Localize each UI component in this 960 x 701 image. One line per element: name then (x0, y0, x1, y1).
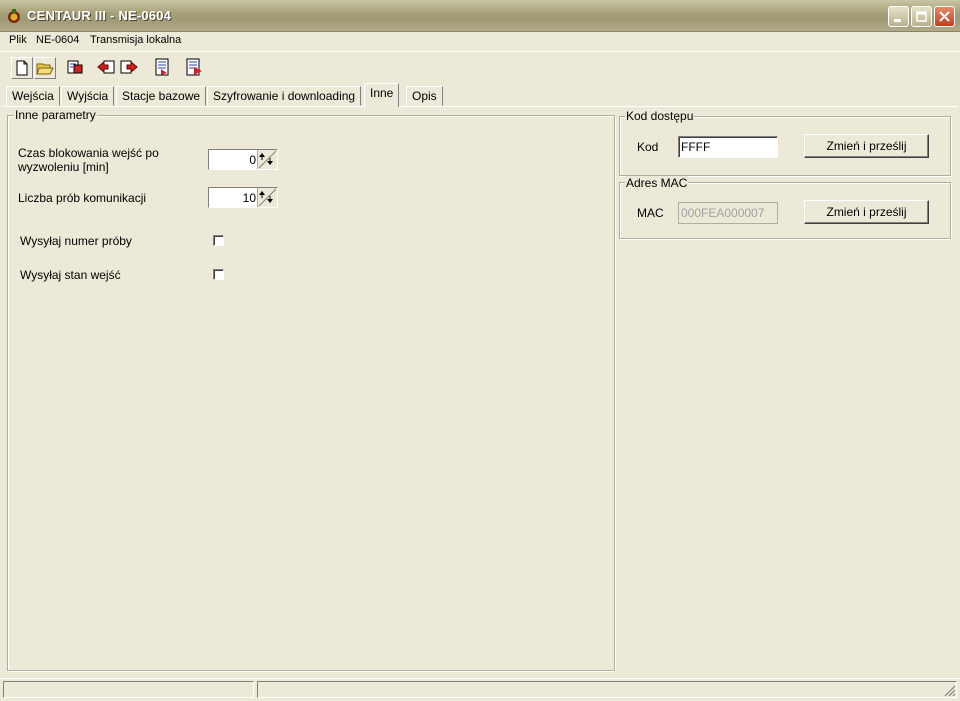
mac-input[interactable]: 000FEA000007 (678, 202, 778, 224)
status-pane-2 (257, 681, 957, 698)
resize-grip-icon[interactable] (942, 683, 956, 700)
send-attempt-number-checkbox[interactable] (213, 235, 224, 246)
status-pane-1 (3, 681, 254, 698)
send-right-button[interactable] (119, 57, 141, 79)
spinner-arrows-icon[interactable] (257, 150, 277, 169)
send-input-state-checkbox[interactable] (213, 269, 224, 280)
inne-parametry-title: Inne parametry (14, 108, 97, 122)
app-icon[interactable] (6, 8, 22, 24)
kod-dostepu-title: Kod dostępu (625, 109, 695, 123)
kod-change-send-button[interactable]: Zmień i prześlij (804, 134, 929, 158)
spinner-arrows-icon[interactable] (257, 188, 277, 207)
comm-attempts-label: Liczba prób komunikacji (18, 191, 147, 205)
minimize-icon (894, 19, 901, 22)
menu-plik[interactable]: Plik (9, 34, 27, 46)
tab-wejscia[interactable]: Wejścia (6, 86, 60, 106)
title-bar[interactable]: CENTAUR III - NE-0604 (0, 0, 960, 32)
open-file-button[interactable] (34, 57, 56, 79)
toolbar (0, 51, 960, 82)
export-icon (155, 58, 169, 76)
blocking-time-label-1: Czas blokowania wejść po (18, 146, 159, 160)
window-title: CENTAUR III - NE-0604 (27, 8, 172, 23)
open-folder-icon (36, 63, 54, 75)
tab-opis[interactable]: Opis (406, 86, 443, 106)
import-icon (186, 58, 202, 76)
minimize-button[interactable] (888, 6, 909, 27)
send-right-icon (120, 60, 138, 74)
blocking-time-label-2: wyzwoleniu [min] (18, 160, 109, 174)
tab-szyfrowanie[interactable]: Szyfrowanie i downloading (207, 86, 362, 106)
close-icon (939, 11, 950, 22)
kod-input[interactable]: FFFF (678, 136, 778, 158)
status-bar (0, 678, 960, 701)
send-left-icon (97, 60, 115, 74)
mac-change-send-button[interactable]: Zmień i prześlij (804, 200, 929, 224)
import-button[interactable] (184, 57, 206, 79)
menu-bar: Plik NE-0604 Transmisja lokalna (0, 31, 960, 51)
adres-mac-title: Adres MAC (625, 176, 689, 190)
maximize-icon (916, 11, 927, 22)
tab-inne[interactable]: Inne (364, 83, 400, 107)
menu-ne-0604[interactable]: NE-0604 (36, 34, 79, 46)
comm-attempts-value: 10 (242, 191, 256, 205)
read-device-button[interactable] (65, 57, 87, 79)
close-button[interactable] (934, 6, 955, 27)
tab-stacje-bazowe[interactable]: Stacje bazowe (116, 86, 207, 106)
new-file-icon (16, 60, 28, 76)
send-input-state-label: Wysyłaj stan wejść (20, 268, 121, 282)
blocking-time-spinner[interactable]: 0 (208, 149, 278, 170)
kod-label: Kod (637, 140, 659, 154)
maximize-button[interactable] (911, 6, 932, 27)
menu-transmisja-lokalna[interactable]: Transmisja lokalna (90, 34, 181, 46)
blocking-time-value: 0 (249, 153, 256, 167)
mac-label: MAC (637, 206, 664, 220)
export-button[interactable] (153, 57, 175, 79)
send-left-button[interactable] (96, 57, 118, 79)
new-file-button[interactable] (11, 57, 33, 79)
tab-wyjscia[interactable]: Wyjścia (61, 86, 115, 106)
send-attempt-number-label: Wysyłaj numer próby (20, 234, 132, 248)
read-device-icon (67, 60, 83, 74)
comm-attempts-spinner[interactable]: 10 (208, 187, 278, 208)
